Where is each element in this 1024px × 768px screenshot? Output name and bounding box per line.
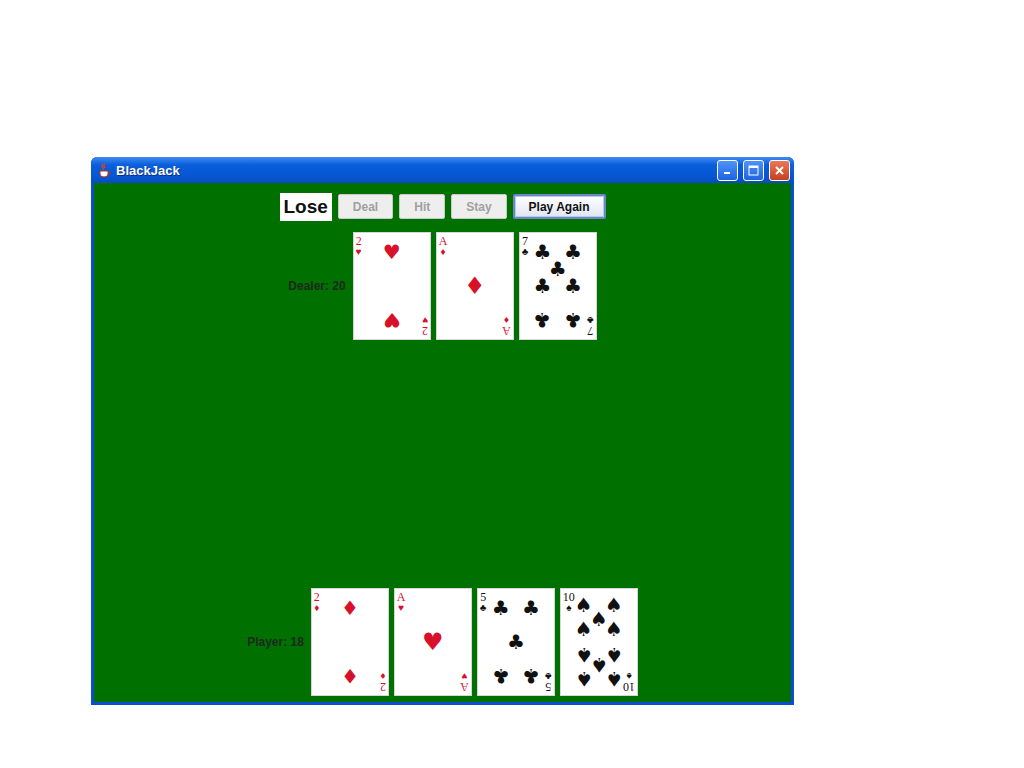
card-suit: ♦ (504, 315, 509, 325)
card-pip: ♠ (575, 619, 593, 639)
game-button[interactable]: Stay (451, 194, 506, 219)
card-rank: 2 (314, 591, 320, 603)
blackjack-window: BlackJack LoseDealHitStay Play Again Dealer… (91, 157, 794, 705)
playing-card: A♦♦A♦ (436, 232, 514, 340)
card-rank: 2 (356, 235, 362, 247)
title-bar[interactable]: BlackJack (91, 157, 794, 183)
java-icon (97, 162, 111, 178)
desktop: BlackJack LoseDealHitStay Play Again Dealer… (0, 0, 1024, 768)
playing-card: 10♠♠♠♠♠♠♠♠♠♠♠10♠ (560, 588, 638, 696)
card-rank: 5 (546, 681, 552, 693)
hand-score: Player: 18 (247, 635, 304, 649)
game-button[interactable]: Hit (399, 194, 445, 219)
card-corner: 5♣ (545, 671, 552, 693)
card-rank: A (397, 591, 406, 603)
card-suit: ♣ (522, 247, 529, 257)
card-rank: 2 (380, 681, 386, 693)
minimize-button[interactable] (717, 160, 738, 181)
card-corner: 2♥ (422, 315, 428, 337)
card-pip: ♣ (522, 598, 540, 618)
card-corner: A♦ (502, 315, 511, 337)
card-suit: ♥ (356, 247, 362, 257)
card-rank: A (439, 235, 448, 247)
hand-score: Dealer: 20 (288, 279, 345, 293)
close-button[interactable] (769, 160, 790, 181)
card-corner: 10♠ (623, 671, 635, 693)
card-corner: 7♣ (522, 235, 529, 257)
card-suit: ♣ (587, 315, 594, 325)
card-pip: ♠ (605, 619, 623, 639)
card-pip: ♦ (341, 598, 359, 618)
card-pip: ♣ (564, 310, 582, 330)
card-corner: 5♣ (480, 591, 487, 613)
result-label: Lose (280, 193, 332, 221)
card-corner: A♦ (439, 235, 448, 257)
card-pip: ♣ (507, 632, 525, 652)
card-suit: ♣ (480, 603, 487, 613)
card-suit: ♥ (398, 603, 404, 613)
card-rank: 10 (623, 681, 635, 693)
card-suit: ♦ (380, 671, 385, 681)
card-pip: ♦ (341, 666, 359, 686)
playing-card: 2♦♦♦2♦ (311, 588, 389, 696)
card-suit: ♦ (440, 247, 445, 257)
card-pip: ♣ (492, 598, 510, 618)
card-pip: ♥ (422, 630, 444, 654)
card-rank: 7 (587, 325, 593, 337)
playing-card: 5♣♣♣♣♣♣5♣ (477, 588, 555, 696)
card-suit: ♥ (462, 671, 468, 681)
card-pip: ♦ (464, 274, 486, 298)
card-rank: A (460, 681, 469, 693)
card-corner: 2♦ (314, 591, 320, 613)
card-suit: ♣ (545, 671, 552, 681)
card-rank: A (502, 325, 511, 337)
playing-card: 7♣♣♣♣♣♣♣♣7♣ (519, 232, 597, 340)
card-corner: 2♦ (380, 671, 386, 693)
playing-card: 2♥♥♥2♥ (353, 232, 431, 340)
card-suit: ♠ (626, 671, 631, 681)
card-pip: ♥ (383, 242, 401, 262)
card-pip: ♣ (564, 276, 582, 296)
card-suit: ♥ (422, 315, 428, 325)
card-pip: ♠ (575, 669, 593, 689)
card-rank: 5 (480, 591, 486, 603)
maximize-button[interactable] (743, 160, 764, 181)
card-rank: 7 (522, 235, 528, 247)
card-corner: A♥ (460, 671, 469, 693)
card-rank: 10 (563, 591, 575, 603)
card-pip: ♣ (492, 666, 510, 686)
close-icon (774, 165, 785, 176)
playing-card: A♥♥A♥ (394, 588, 472, 696)
card-corner: 2♥ (356, 235, 362, 257)
player-hand: Player: 182♦♦♦2♦A♥♥A♥5♣♣♣♣♣♣5♣10♠♠♠♠♠♠♠♠… (247, 588, 638, 696)
game-button[interactable]: Deal (338, 194, 393, 219)
dealer-hand: Dealer: 202♥♥♥2♥A♦♦A♦7♣♣♣♣♣♣♣♣7♣ (288, 232, 596, 340)
card-pip: ♠ (605, 669, 623, 689)
card-pip: ♣ (522, 666, 540, 686)
card-corner: 10♠ (563, 591, 575, 613)
card-pip: ♣ (534, 276, 552, 296)
toolbar: LoseDealHitStay Play Again (280, 192, 606, 221)
game-table: LoseDealHitStayPlay AgainDealer: 202♥♥♥2… (94, 183, 791, 702)
game-button[interactable]: Play Again (513, 194, 606, 219)
card-corner: A♥ (397, 591, 406, 613)
card-pip: ♥ (383, 310, 401, 330)
card-pip: ♣ (534, 310, 552, 330)
card-rank: 2 (422, 325, 428, 337)
window-title: BlackJack (116, 163, 712, 178)
card-suit: ♠ (566, 603, 571, 613)
minimize-icon (723, 166, 732, 175)
maximize-icon (748, 165, 759, 176)
card-suit: ♦ (314, 603, 319, 613)
card-corner: 7♣ (587, 315, 594, 337)
